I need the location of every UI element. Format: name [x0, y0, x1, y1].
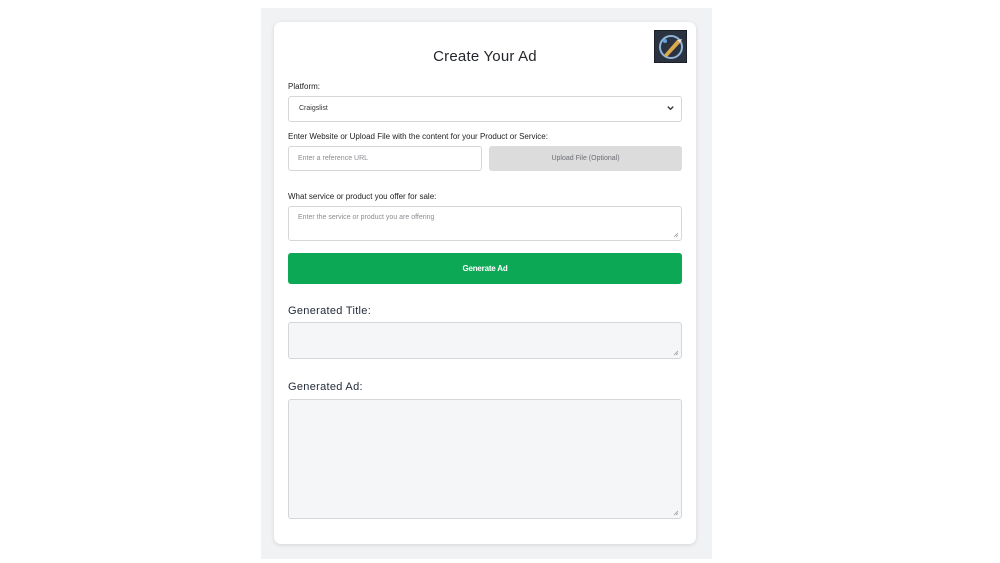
service-label: What service or product you offer for sa…	[288, 192, 437, 201]
page-title: Create Your Ad	[433, 48, 537, 65]
resize-grip-icon[interactable]	[673, 350, 679, 356]
reference-url-input[interactable]: Enter a reference URL	[288, 146, 482, 171]
resize-grip-icon[interactable]	[673, 232, 679, 238]
service-input[interactable]: Enter the service or product you are off…	[288, 206, 682, 241]
reference-label: Enter Website or Upload File with the co…	[288, 132, 548, 141]
platform-selected-value: Craigslist	[299, 105, 328, 112]
upload-file-button[interactable]: Upload File (Optional)	[489, 146, 682, 171]
resize-grip-icon[interactable]	[673, 510, 679, 516]
generated-ad-output[interactable]	[288, 399, 682, 519]
generated-title-output[interactable]	[288, 322, 682, 359]
platform-label: Platform:	[288, 82, 321, 91]
chevron-down-icon	[667, 106, 674, 111]
generated-title-heading: Generated Title:	[288, 305, 372, 317]
generated-ad-heading: Generated Ad:	[288, 381, 363, 393]
reference-url-placeholder: Enter a reference URL	[298, 155, 369, 162]
service-placeholder: Enter the service or product you are off…	[298, 214, 435, 221]
generate-ad-button[interactable]: Generate Ad	[288, 253, 682, 284]
platform-select[interactable]: Craigslist	[288, 96, 682, 122]
